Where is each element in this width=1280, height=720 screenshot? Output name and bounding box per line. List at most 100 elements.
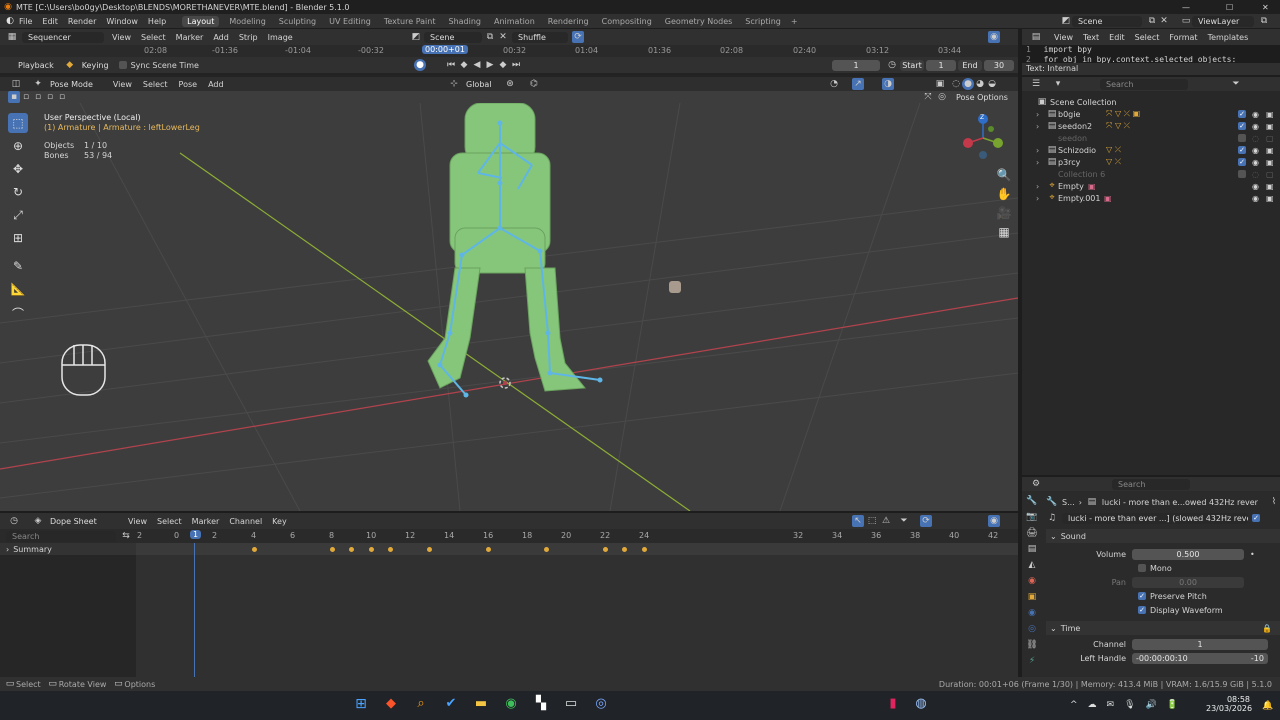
strip-enabled-checkbox[interactable]: ✓ [1252, 514, 1260, 522]
scene-selector[interactable]: ◩ Scene ⧉ ✕ [1060, 15, 1170, 27]
rotate-tool-icon[interactable]: ↻ [8, 182, 28, 202]
brave-browser-icon[interactable]: ◆ [382, 697, 400, 710]
visibility-eye-icon[interactable]: ◉ [1252, 110, 1259, 119]
outliner-row[interactable]: › ▤ p3rcy ▽ ⤫ ✓ ◉ ▣ [1036, 156, 1280, 168]
clock-icon[interactable]: ◷ [886, 59, 898, 71]
jump-start-icon[interactable]: ⏮ [445, 59, 457, 71]
tab-modeling[interactable]: Modeling [229, 17, 265, 26]
render-camera-icon[interactable]: ▣ [1266, 194, 1274, 203]
keyframe-diamond[interactable] [367, 545, 375, 554]
proportional-icon[interactable]: ◎ [936, 91, 948, 103]
summary-channel[interactable]: › Summary [0, 543, 136, 555]
snap-icon[interactable]: ⌬ [528, 78, 540, 90]
keyframe-diamond[interactable] [328, 545, 336, 554]
tab-texture-paint[interactable]: Texture Paint [384, 17, 436, 26]
windows-start-icon[interactable]: ⊞ [352, 697, 370, 711]
properties-search[interactable]: Search [1112, 478, 1190, 490]
modifier-tab-icon[interactable]: ◉ [1026, 607, 1038, 619]
outliner-row[interactable]: › ⌖ Empty ▣ ◉ ▣ [1036, 180, 1280, 192]
pivot-icon[interactable]: ⊛ [504, 78, 516, 90]
vp-menu-pose[interactable]: Pose [179, 80, 198, 89]
dopesheet-type-icon[interactable]: ◷ [8, 515, 20, 527]
minimize-button[interactable]: — [1182, 3, 1190, 12]
swap-icon[interactable]: ⇆ [120, 530, 132, 542]
vp-menu-view[interactable]: View [113, 80, 132, 89]
tab-shading[interactable]: Shading [448, 17, 481, 26]
constraint-tab-icon[interactable]: ⛓ [1026, 639, 1038, 651]
blender-app-icon[interactable]: ◎ [592, 697, 610, 710]
annotate-tool-icon[interactable]: ✎ [8, 256, 28, 276]
checkbox-icon[interactable] [1238, 134, 1246, 142]
lock-icon[interactable]: 🔒 [1262, 624, 1272, 633]
sound-panel-header[interactable]: ⌄ Sound [1046, 529, 1280, 543]
frame-ruler[interactable]: 2 0 1 2 4 6 8 10 12 14 16 18 20 22 24 32… [136, 529, 1018, 543]
visibility-eye-icon[interactable]: ◉ [1252, 146, 1259, 155]
menu-window[interactable]: Window [106, 17, 138, 26]
shading-solid-icon[interactable]: ● [962, 78, 974, 90]
select-box-tool-icon[interactable]: ⬚ [8, 113, 28, 133]
keyframe-diamond[interactable] [425, 545, 434, 554]
select-subtract-icon[interactable]: ▫ [32, 91, 44, 103]
menu-file[interactable]: File [19, 17, 32, 26]
sequencer-view-dropdown[interactable]: Sequencer [22, 31, 104, 43]
mode-dropdown[interactable]: Pose Mode [44, 79, 99, 90]
render-camera-icon[interactable]: ▢ [1266, 170, 1274, 179]
select-intersect-icon[interactable]: ▫ [56, 91, 68, 103]
menu-edit[interactable]: Edit [42, 17, 58, 26]
shading-material-icon[interactable]: ◕ [974, 78, 986, 90]
seq-menu-image[interactable]: Image [268, 33, 293, 42]
view-layer-tab-icon[interactable]: ▤ [1026, 543, 1038, 555]
tab-uv-editing[interactable]: UV Editing [329, 17, 371, 26]
search-app-icon[interactable]: ⌕ [412, 697, 430, 710]
checkbox-icon[interactable]: ✓ [1238, 146, 1246, 154]
code-line[interactable]: 1 import bpy [1022, 45, 1280, 55]
current-frame-indicator[interactable]: 1 [190, 530, 202, 539]
sequencer-ruler[interactable]: 02:08 -01:36 -01:04 -00:32 00:00+01 00:3… [0, 45, 1018, 57]
keyframe-dot-icon[interactable]: • [1250, 550, 1255, 559]
checkbox-icon[interactable]: ✓ [1238, 110, 1246, 118]
3d-viewport[interactable]: ◫ ✦ Pose Mode View Select Pose Add ⊹ Glo… [0, 77, 1018, 511]
text-menu-edit[interactable]: Edit [1109, 33, 1125, 42]
text-editor-type-icon[interactable]: ▤ [1030, 31, 1042, 43]
ds-menu-marker[interactable]: Marker [192, 517, 220, 526]
visibility-eye-icon[interactable]: ◉ [1252, 158, 1259, 167]
display-mode-icon[interactable]: ▾ [1052, 78, 1064, 90]
tab-sculpting[interactable]: Sculpting [279, 17, 316, 26]
ds-overlay-icon[interactable]: ⟳ [920, 515, 932, 527]
expand-arrow-icon[interactable]: › [1036, 146, 1046, 155]
maximize-button[interactable]: ☐ [1226, 3, 1233, 12]
pan-hand-icon[interactable]: ✋ [996, 186, 1012, 202]
render-camera-icon[interactable]: ▣ [1266, 122, 1274, 131]
move-tool-icon[interactable]: ✥ [8, 159, 28, 179]
file-explorer-icon[interactable]: ▬ [472, 697, 490, 710]
prev-key-icon[interactable]: ◆ [458, 59, 470, 71]
end-frame-field[interactable]: 30 [984, 60, 1014, 71]
tab-compositing[interactable]: Compositing [602, 17, 652, 26]
capcut-app-icon[interactable]: ▚ [532, 697, 550, 710]
seq-close-icon[interactable]: ✕ [497, 31, 509, 43]
keyframe-diamond[interactable] [484, 545, 492, 554]
scale-tool-icon[interactable]: ⤢ [8, 205, 28, 225]
vp-menu-select[interactable]: Select [143, 80, 168, 89]
only-selected-icon[interactable]: ↖ [852, 515, 864, 527]
pose-options-dropdown[interactable]: Pose Options [950, 92, 1014, 103]
zoom-icon[interactable]: 🔍 [996, 167, 1012, 183]
new-viewlayer-icon[interactable]: ⧉ [1258, 15, 1270, 27]
strip-tab-icon[interactable]: ⚡ [1026, 655, 1038, 667]
measure-tool-icon[interactable]: 📐 [8, 279, 28, 299]
orientation-dropdown[interactable]: Global [460, 79, 498, 90]
outliner-row[interactable]: Collection 6 ◌ ▢ [1036, 168, 1280, 180]
filter-funnel-icon[interactable]: ⏷ [898, 515, 910, 527]
text-menu-templates[interactable]: Templates [1208, 33, 1249, 42]
tab-layout[interactable]: Layout [182, 15, 220, 27]
red-app-icon[interactable]: ▮ [884, 697, 902, 710]
transform-icon[interactable]: ⤧ [922, 91, 934, 103]
ds-view-icon[interactable]: ◉ [988, 515, 1000, 527]
visibility-eye-icon[interactable]: ◉ [1252, 182, 1259, 191]
render-camera-icon[interactable]: ▣ [1266, 110, 1274, 119]
object-tab-icon[interactable]: ▣ [1026, 591, 1038, 603]
cursor-tool-icon[interactable]: ⊕ [8, 136, 28, 156]
transform-tool-icon[interactable]: ⊞ [8, 228, 28, 248]
code-line[interactable]: 2 for obj in bpy.context.selected_object… [1022, 55, 1280, 63]
seq-menu-strip[interactable]: Strip [239, 33, 258, 42]
